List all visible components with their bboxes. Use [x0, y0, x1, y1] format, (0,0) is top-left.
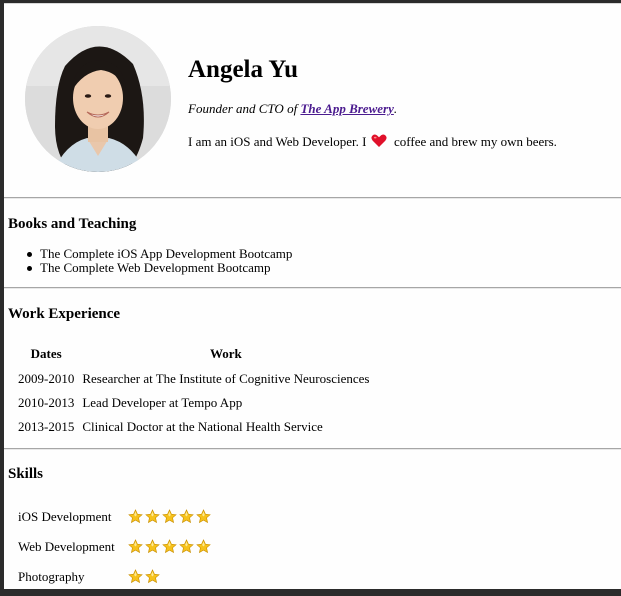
profile-name: Angela Yu [188, 56, 298, 83]
profile-photo [25, 26, 171, 172]
bio-text-end: coffee and brew my own beers. [394, 134, 557, 149]
star-icon [128, 568, 143, 583]
work-description-cell: Clinical Doctor at the National Health S… [82, 419, 323, 434]
star-icon [162, 538, 177, 553]
tagline-suffix: . [393, 101, 398, 116]
books-heading: Books and Teaching [8, 216, 137, 232]
work-column-header: Work [210, 346, 242, 361]
book-item: The Complete Web Development Bootcamp [26, 261, 292, 275]
star-icon [145, 568, 160, 583]
star-icon [128, 538, 143, 553]
tagline-prefix: Founder and CTO of [188, 101, 301, 116]
table-row: 2010-2013 Lead Developer at Tempo App [15, 392, 372, 414]
dates-column-header: Dates [30, 346, 62, 361]
top-divider [4, 3, 621, 4]
work-heading: Work Experience [8, 306, 121, 322]
skill-rating [125, 563, 216, 589]
work-table-header-row: Dates Work [15, 344, 372, 366]
profile-bio: I am an iOS and Web Developer. I coffee … [188, 134, 557, 150]
star-icon [145, 508, 160, 523]
star-icon [128, 508, 143, 523]
skill-row: Photography [15, 563, 216, 589]
star-icon [145, 538, 160, 553]
star-icon [179, 538, 194, 553]
company-link[interactable]: The App Brewery [300, 101, 393, 116]
work-description-cell: Lead Developer at Tempo App [82, 395, 243, 410]
section-divider [4, 448, 621, 450]
resume-page: Angela Yu Founder and CTO of The App Bre… [4, 3, 621, 589]
skill-rating [125, 533, 216, 561]
skill-name: Web Development [18, 539, 115, 554]
skill-rating [125, 503, 216, 531]
skill-name: iOS Development [18, 509, 112, 524]
skill-row: iOS Development [15, 503, 216, 531]
work-description-cell: Researcher at The Institute of Cognitive… [82, 371, 370, 386]
work-dates-cell: 2013-2015 [18, 419, 75, 434]
bio-text-start: I am an iOS and Web Developer. I [188, 134, 367, 149]
work-table: Dates Work 2009-2010 Researcher at The I… [13, 342, 374, 440]
skills-heading: Skills [8, 466, 44, 482]
heart-icon [371, 134, 387, 147]
skills-table: iOS Development Web Development Photogra… [13, 501, 218, 589]
skill-row: Web Development [15, 533, 216, 561]
section-divider [4, 287, 621, 289]
skill-name: Photography [18, 569, 85, 584]
star-icon [196, 508, 211, 523]
profile-avatar [25, 26, 171, 172]
table-row: 2009-2010 Researcher at The Institute of… [15, 368, 372, 390]
star-icon [162, 508, 177, 523]
table-row: 2013-2015 Clinical Doctor at the Nationa… [15, 416, 372, 438]
book-item: The Complete iOS App Development Bootcam… [26, 246, 293, 261]
books-list: The Complete iOS App Development Bootcam… [26, 246, 293, 275]
star-icon [196, 538, 211, 553]
work-dates-cell: 2009-2010 [18, 371, 75, 386]
profile-tagline: Founder and CTO of The App Brewery. [188, 101, 397, 117]
star-icon [179, 508, 194, 523]
work-dates-cell: 2010-2013 [18, 395, 75, 410]
section-divider [4, 197, 621, 199]
